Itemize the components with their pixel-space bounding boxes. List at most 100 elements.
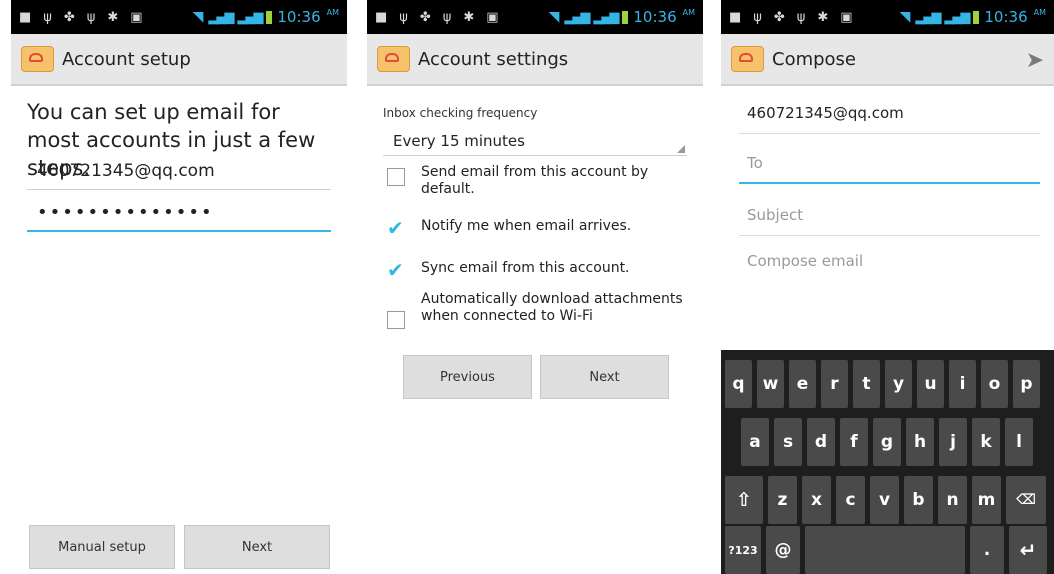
to-field[interactable]: To	[739, 144, 1040, 184]
key-t[interactable]: t	[853, 360, 880, 408]
key-r[interactable]: r	[821, 360, 848, 408]
usb-debug-icon: ✤	[773, 9, 785, 25]
password-field[interactable]: ••••••••••••••	[27, 198, 331, 232]
wifi-icon: ◥	[548, 9, 560, 25]
space-key[interactable]	[805, 526, 965, 574]
next-button[interactable]: Next	[540, 355, 669, 399]
gallery-icon: ▣	[840, 9, 853, 25]
usb-icon: ψ	[86, 9, 96, 25]
usb-icon: ψ	[43, 9, 52, 25]
key-f[interactable]: f	[840, 418, 868, 466]
next-button[interactable]: Next	[184, 525, 330, 569]
key-g[interactable]: g	[873, 418, 901, 466]
key-b[interactable]: b	[904, 476, 933, 524]
key-y[interactable]: y	[885, 360, 912, 408]
key-v[interactable]: v	[870, 476, 899, 524]
enter-icon[interactable]: ↵	[1009, 526, 1047, 574]
key-s[interactable]: s	[774, 418, 802, 466]
page-title: Account setup	[62, 48, 191, 70]
key-z[interactable]: z	[768, 476, 797, 524]
key-j[interactable]: j	[939, 418, 967, 466]
key-n[interactable]: n	[938, 476, 967, 524]
key-at[interactable]: @	[766, 526, 800, 574]
key-d[interactable]: d	[807, 418, 835, 466]
send-icon[interactable]: ➤	[1026, 48, 1044, 73]
checkbox[interactable]	[387, 168, 405, 186]
key-p[interactable]: p	[1013, 360, 1040, 408]
key-period[interactable]: .	[970, 526, 1004, 574]
option-sync[interactable]: ✔ Sync email from this account.	[387, 257, 689, 280]
option-label: Notify me when email arrives.	[421, 218, 632, 234]
usb-icon: ψ	[796, 9, 806, 25]
wifi-icon: ◥	[192, 9, 204, 25]
email-field[interactable]: 460721345@qq.com	[27, 156, 331, 190]
option-label: Automatically download attachments when …	[421, 291, 683, 324]
bluetooth-icon: ✱	[107, 9, 119, 25]
from-field[interactable]: 460721345@qq.com	[739, 94, 1040, 134]
backspace-icon[interactable]: ⌫	[1006, 476, 1046, 524]
dropdown-arrow-icon	[677, 145, 685, 153]
clock-ampm: AM	[326, 8, 339, 17]
notification-icon: ■	[19, 9, 32, 25]
key-w[interactable]: w	[757, 360, 784, 408]
key-x[interactable]: x	[802, 476, 831, 524]
key-l[interactable]: l	[1005, 418, 1033, 466]
manual-setup-button[interactable]: Manual setup	[29, 525, 175, 569]
checkbox-checked[interactable]: ✔	[387, 218, 405, 238]
signal-icon: ▂▄▆	[237, 9, 263, 25]
signal-icon: ▂▄▆	[208, 9, 234, 25]
key-h[interactable]: h	[906, 418, 934, 466]
notification-icon: ■	[729, 9, 742, 25]
compose-body[interactable]: Compose email	[739, 242, 1040, 282]
email-app-icon[interactable]	[377, 46, 410, 72]
frequency-label: Inbox checking frequency	[383, 106, 538, 120]
key-q[interactable]: q	[725, 360, 752, 408]
frequency-dropdown[interactable]: Every 15 minutes	[383, 126, 687, 156]
key-a[interactable]: a	[741, 418, 769, 466]
status-bar: ■ ψ ✤ ψ ✱ ▣ ◥ ▂▄▆ ▂▄▆ 10:36 AM	[721, 0, 1054, 34]
option-label: Send email from this account by default.	[421, 164, 649, 197]
notification-icon: ■	[375, 9, 388, 25]
gallery-icon: ▣	[130, 9, 143, 25]
action-bar: Account setup	[11, 34, 347, 86]
shift-icon[interactable]: ⇧	[725, 476, 763, 524]
bluetooth-icon: ✱	[817, 9, 829, 25]
key-k[interactable]: k	[972, 418, 1000, 466]
clock-ampm: AM	[682, 8, 695, 17]
previous-button[interactable]: Previous	[403, 355, 532, 399]
soft-keyboard: q w e r t y u i o p a s d f g h j k l ⇧ …	[721, 350, 1054, 574]
gallery-icon: ▣	[486, 9, 499, 25]
battery-icon	[622, 10, 629, 24]
account-settings-screen: ■ ψ ✤ ψ ✱ ▣ ◥ ▂▄▆ ▂▄▆ 10:36 AM Account s…	[367, 0, 703, 574]
key-u[interactable]: u	[917, 360, 944, 408]
key-o[interactable]: o	[981, 360, 1008, 408]
key-e[interactable]: e	[789, 360, 816, 408]
checkbox[interactable]	[387, 311, 405, 329]
option-default-account[interactable]: Send email from this account by default.	[387, 164, 689, 198]
status-bar: ■ ψ ✤ ψ ✱ ▣ ◥ ▂▄▆ ▂▄▆ 10:36 AM	[367, 0, 703, 34]
clock: 10:36	[984, 8, 1028, 26]
symbols-key[interactable]: ?123	[725, 526, 761, 574]
clock-ampm: AM	[1033, 8, 1046, 17]
keyboard-row-4: ?123 @ . ↵	[721, 526, 1054, 574]
email-app-icon[interactable]	[731, 46, 764, 72]
option-notify[interactable]: ✔ Notify me when email arrives.	[387, 215, 689, 238]
clock: 10:36	[277, 8, 321, 26]
subject-field[interactable]: Subject	[739, 196, 1040, 236]
checkbox-checked[interactable]: ✔	[387, 260, 405, 280]
key-c[interactable]: c	[836, 476, 865, 524]
compose-screen: ■ ψ ✤ ψ ✱ ▣ ◥ ▂▄▆ ▂▄▆ 10:36 AM Compose ➤…	[721, 0, 1054, 574]
battery-icon	[266, 10, 273, 24]
bluetooth-icon: ✱	[463, 9, 475, 25]
keyboard-row-2: a s d f g h j k l	[721, 418, 1054, 466]
option-label: Sync email from this account.	[421, 260, 630, 276]
key-m[interactable]: m	[972, 476, 1001, 524]
signal-icon: ▂▄▆	[944, 9, 970, 25]
usb-debug-icon: ✤	[419, 9, 431, 25]
key-i[interactable]: i	[949, 360, 976, 408]
frequency-value: Every 15 minutes	[393, 132, 525, 150]
keyboard-row-3: ⇧ z x c v b n m ⌫	[721, 476, 1054, 524]
usb-icon: ψ	[399, 9, 408, 25]
option-auto-download[interactable]: Automatically download attachments when …	[387, 291, 689, 329]
email-app-icon[interactable]	[21, 46, 54, 72]
